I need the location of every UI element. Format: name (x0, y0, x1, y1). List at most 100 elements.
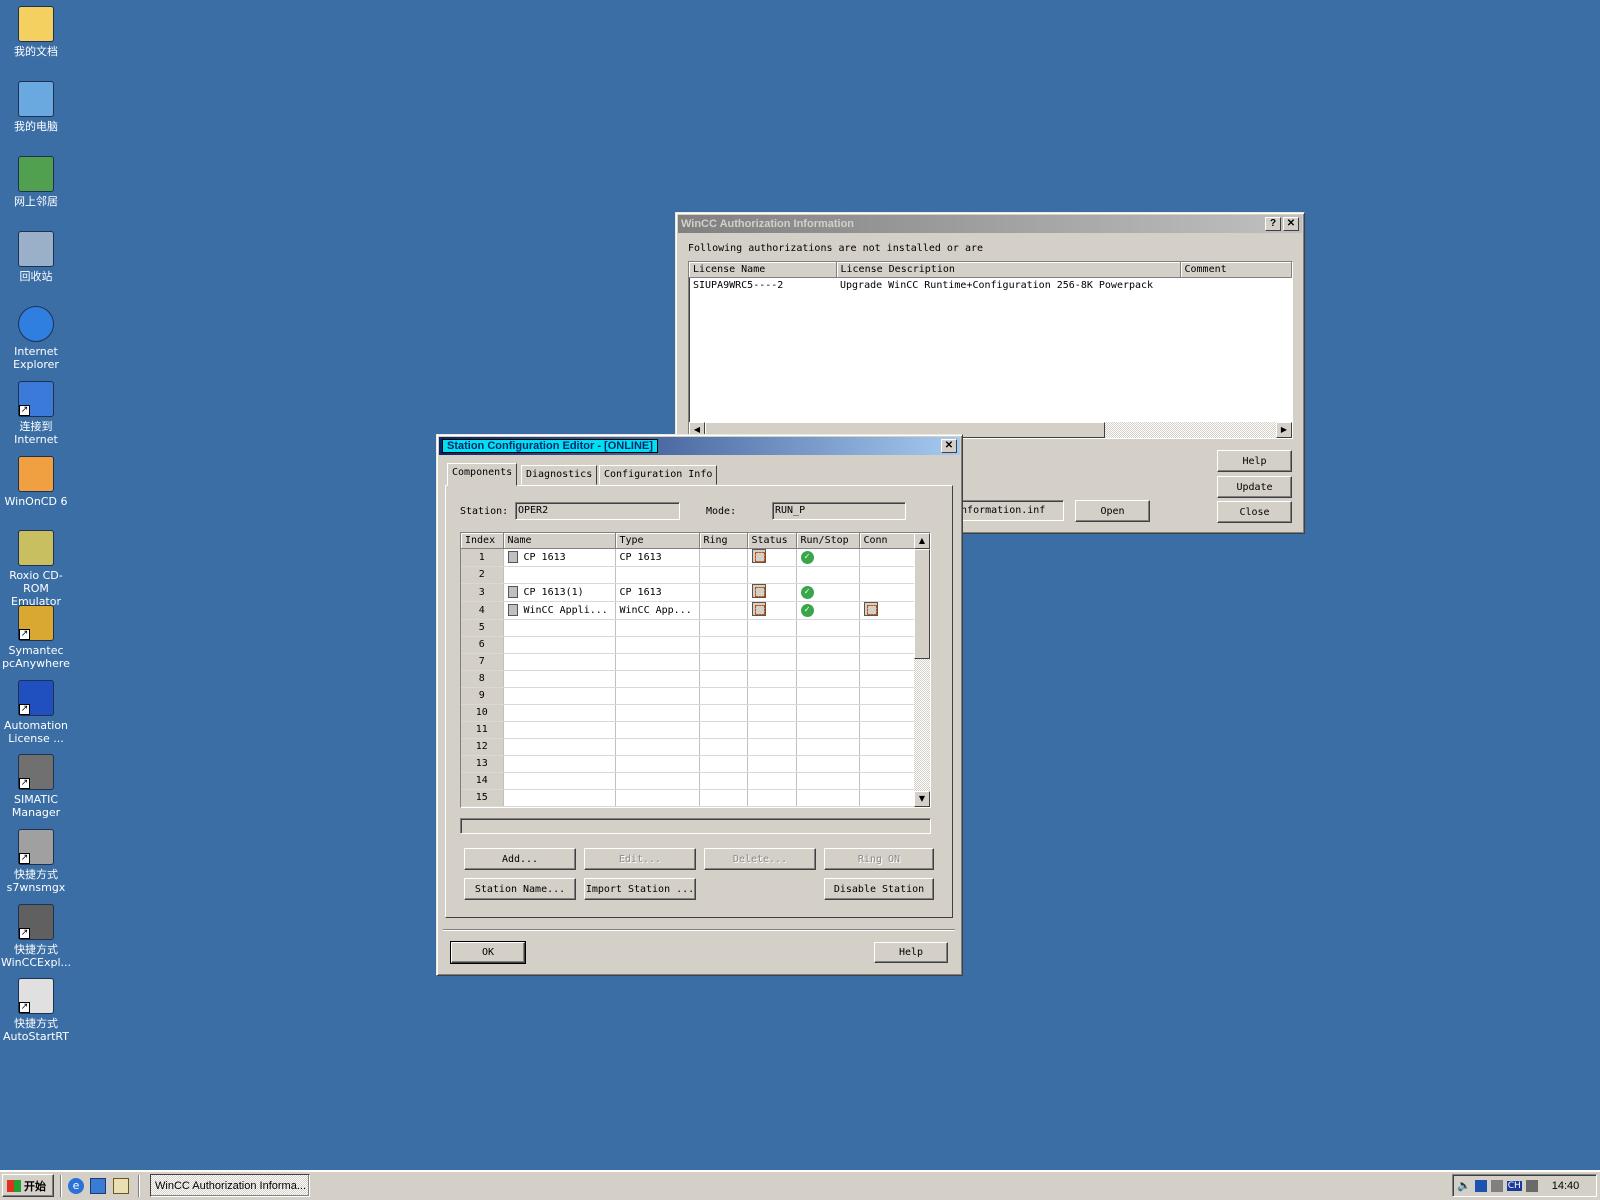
run-stop-cell (796, 721, 860, 739)
run-check-icon[interactable]: ✓ (800, 585, 814, 599)
ime-icon[interactable] (1525, 1179, 1538, 1192)
table-row[interactable]: 14 (461, 772, 915, 790)
tab-diagnostics[interactable]: Diagnostics (521, 465, 598, 485)
table-row[interactable]: 7 (461, 653, 915, 671)
ok-button[interactable]: OK (450, 941, 526, 964)
update-button[interactable]: Update (1217, 476, 1292, 498)
status-header[interactable]: Status (747, 533, 797, 549)
help-icon[interactable]: ? (1265, 217, 1281, 231)
conn-cell (859, 755, 915, 773)
desktop-icon[interactable]: ↗ 快捷方式 AutoStartRT (0, 978, 72, 1043)
table-row[interactable]: 9 (461, 687, 915, 705)
desktop-icon[interactable]: 网上邻居 (0, 156, 72, 208)
system-tray: 🔈 CH 14:40 (1452, 1174, 1597, 1197)
comment-header[interactable]: Comment (1180, 262, 1292, 278)
run-check-icon[interactable]: ✓ (800, 603, 814, 617)
vertical-scrollbar[interactable]: ▲ ▼ (914, 533, 930, 807)
type-header[interactable]: Type (615, 533, 700, 549)
volume-icon[interactable]: 🔈 (1457, 1179, 1471, 1192)
add-button[interactable]: Add... (464, 848, 576, 870)
desktop-icon-label: 快捷方式 s7wnsmgx (6, 868, 66, 894)
import-station-button[interactable]: Import Station ... (584, 878, 696, 900)
table-row[interactable]: 15 (461, 789, 915, 807)
status-cell (747, 789, 797, 807)
outlook-quicklaunch-icon[interactable] (90, 1178, 106, 1194)
run-stop-cell (796, 772, 860, 790)
auth-help-button[interactable]: Help (1217, 450, 1292, 472)
network-tray-icon[interactable] (1474, 1179, 1487, 1192)
desktop-icon-label: 连接到 Internet (14, 420, 58, 446)
run-stop-header[interactable]: Run/Stop (796, 533, 860, 549)
table-row[interactable]: 3 CP 1613(1) CP 1613 ✓ (461, 583, 915, 602)
station-titlebar[interactable]: Station Configuration Editor - [ONLINE] … (439, 437, 960, 455)
index-header[interactable]: Index (461, 533, 504, 549)
run-check-icon[interactable]: ✓ (800, 550, 814, 564)
desktop-icon[interactable]: 我的文档 (0, 6, 72, 58)
table-row[interactable]: 6 (461, 636, 915, 654)
table-row[interactable]: 13 (461, 755, 915, 773)
close-icon[interactable]: ✕ (1283, 217, 1299, 231)
table-row[interactable]: 1 CP 1613 CP 1613 ✓ (461, 548, 915, 567)
conn-header[interactable]: Conn (859, 533, 915, 549)
desktop-icon[interactable]: ↗ Automation License ... (0, 680, 72, 745)
desktop-icon[interactable]: ↗ SIMATIC Manager (0, 754, 72, 819)
cdrom-icon (18, 530, 54, 566)
auth-close-button[interactable]: Close (1217, 501, 1292, 523)
name-header[interactable]: Name (503, 533, 616, 549)
edit-button[interactable]: Edit... (584, 848, 696, 870)
desktop-quicklaunch-icon[interactable] (113, 1178, 129, 1194)
table-row[interactable]: 11 (461, 721, 915, 739)
station-help-button[interactable]: Help (874, 942, 948, 963)
clock[interactable]: 14:40 (1552, 1180, 1580, 1192)
tab-components[interactable]: Components (447, 463, 518, 486)
desktop-icon[interactable]: 回收站 (0, 231, 72, 283)
status-icon[interactable] (751, 601, 766, 616)
mode-field[interactable]: RUN_P (772, 502, 906, 520)
run-stop-cell (796, 566, 860, 584)
connection-icon[interactable] (863, 601, 878, 616)
station-field[interactable]: OPER2 (515, 502, 680, 520)
table-row[interactable]: SIUPA9WRC5----2 Upgrade WinCC Runtime+Co… (689, 277, 1292, 294)
tools-tray-icon[interactable] (1490, 1179, 1503, 1192)
scroll-right-icon[interactable]: ▶ (1276, 422, 1292, 438)
desktop-icon[interactable]: WinOnCD 6 (0, 456, 72, 508)
scroll-up-icon[interactable]: ▲ (914, 533, 930, 549)
ie-quicklaunch-icon[interactable]: e (68, 1178, 84, 1194)
station-name-button[interactable]: Station Name... (464, 878, 576, 900)
desktop-icon[interactable]: ↗ 连接到 Internet (0, 381, 72, 446)
desktop-icon[interactable]: 我的电脑 (0, 81, 72, 133)
language-indicator[interactable]: CH (1506, 1180, 1522, 1191)
tab-configuration-info[interactable]: Configuration Info (599, 465, 718, 485)
table-row[interactable]: 10 (461, 704, 915, 722)
scroll-down-icon[interactable]: ▼ (914, 791, 930, 807)
desktop-icon[interactable]: ↗ 快捷方式 s7wnsmgx (0, 829, 72, 894)
ring-cell (699, 566, 748, 584)
table-row[interactable]: 4 WinCC Appli... WinCC App... ✓ (461, 601, 915, 620)
desktop-icon[interactable]: ↗ 快捷方式 WinCCExpl... (0, 904, 72, 969)
status-icon[interactable] (751, 583, 766, 598)
delete-button[interactable]: Delete... (704, 848, 816, 870)
desktop-icon[interactable]: Roxio CD-ROM Emulator (0, 530, 72, 608)
table-row[interactable]: 5 (461, 619, 915, 637)
ring-cell (699, 755, 748, 773)
ring-on-button[interactable]: Ring ON (824, 848, 934, 870)
start-button[interactable]: 开始 (2, 1174, 54, 1197)
license-name-header[interactable]: License Name (689, 262, 837, 278)
desktop-icon[interactable]: ↗ Symantec pcAnywhere (0, 605, 72, 670)
file-field[interactable]: rinformation.inf (946, 500, 1064, 521)
scroll-thumb[interactable] (914, 549, 930, 659)
table-row[interactable]: 12 (461, 738, 915, 756)
ring-header[interactable]: Ring (699, 533, 748, 549)
desktop-icon-label: 我的文档 (14, 45, 58, 58)
close-icon[interactable]: ✕ (941, 439, 957, 453)
name-cell (503, 772, 616, 790)
license-description-header[interactable]: License Description (836, 262, 1181, 278)
table-row[interactable]: 8 (461, 670, 915, 688)
table-row[interactable]: 2 (461, 566, 915, 584)
open-button[interactable]: Open (1075, 500, 1150, 522)
disable-station-button[interactable]: Disable Station (824, 878, 934, 900)
status-icon[interactable] (751, 548, 766, 563)
task-button-authorization[interactable]: WinCC Authorization Informa... (150, 1174, 310, 1197)
desktop-icon[interactable]: Internet Explorer (0, 306, 72, 371)
authorization-titlebar[interactable]: WinCC Authorization Information ? ✕ (678, 215, 1302, 233)
